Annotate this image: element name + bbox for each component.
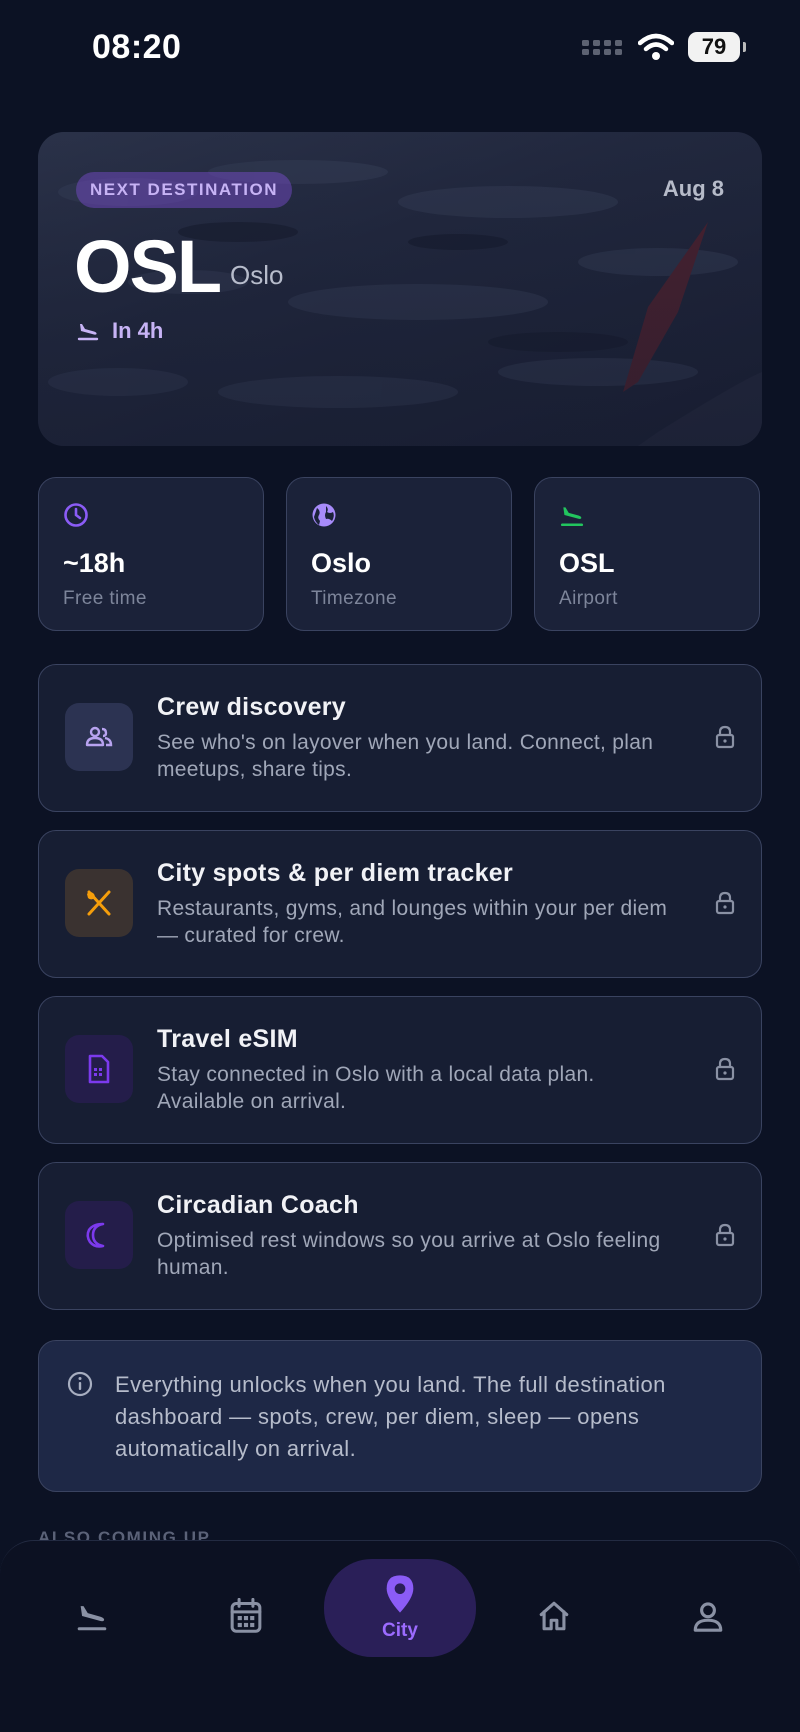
circadian-coach-title: Circadian Coach	[157, 1191, 359, 1219]
lock-icon	[715, 725, 735, 749]
lock-icon	[715, 891, 735, 915]
city-spots-description: Restaurants, gyms, and lounges within yo…	[157, 897, 668, 947]
timezone-card: Oslo Timezone	[286, 477, 512, 631]
city-spots-tile	[65, 869, 133, 937]
sim-card-icon	[88, 1054, 110, 1084]
home-icon	[539, 1601, 569, 1631]
arrival-eta: In 4h	[76, 318, 163, 344]
next-destination-badge: NEXT DESTINATION	[76, 172, 293, 208]
airport-card: OSL Airport	[534, 477, 760, 631]
airport-label: Airport	[559, 588, 618, 609]
plane-landing-icon	[77, 1606, 107, 1631]
free-time-label: Free time	[63, 588, 147, 609]
status-time: 08:20	[92, 28, 182, 66]
lock-icon	[715, 1057, 735, 1081]
travel-esim-description: Stay connected in Oslo with a local data…	[157, 1063, 595, 1113]
bottom-tab-bar: City	[0, 1540, 800, 1732]
lock-icon	[715, 1223, 735, 1247]
travel-esim-title: Travel eSIM	[157, 1025, 298, 1053]
wifi-icon	[638, 33, 674, 60]
globe-icon	[312, 503, 336, 527]
airport-code: OSL	[74, 225, 222, 308]
profile-icon	[693, 1602, 723, 1632]
tab-calendar[interactable]	[186, 1571, 306, 1661]
free-time-value: ~18h	[63, 548, 126, 578]
signal-icon	[582, 40, 622, 55]
city-spots-title: City spots & per diem tracker	[157, 859, 514, 887]
status-bar: 08:20 79	[0, 0, 800, 96]
city-spots-card[interactable]: City spots & per diem tracker Restaurant…	[38, 830, 762, 978]
circadian-coach-tile	[65, 1201, 133, 1269]
eta-text: In 4h	[112, 318, 164, 343]
crew-discovery-tile	[65, 703, 133, 771]
battery-icon: 79	[688, 32, 746, 62]
moon-icon	[86, 1222, 105, 1248]
next-destination-card[interactable]: NEXT DESTINATION Aug 8 OSL Oslo In 4h	[38, 132, 762, 446]
circadian-coach-description: Optimised rest windows so you arrive at …	[157, 1229, 661, 1279]
crew-discovery-description: See who's on layover when you land. Conn…	[157, 731, 654, 781]
airport-value: OSL	[559, 548, 615, 578]
map-pin-icon	[386, 1575, 414, 1613]
tab-city[interactable]: City	[324, 1559, 476, 1657]
fork-knife-icon	[87, 890, 111, 916]
plane-landing-icon	[560, 507, 584, 527]
unlock-notice-text: Everything unlocks when you land. The fu…	[115, 1372, 666, 1461]
tab-flights[interactable]	[32, 1571, 152, 1661]
travel-esim-tile	[65, 1035, 133, 1103]
circadian-coach-card[interactable]: Circadian Coach Optimised rest windows s…	[38, 1162, 762, 1310]
clock-icon	[64, 503, 88, 527]
info-icon	[67, 1371, 93, 1397]
destination-date: Aug 8	[662, 176, 724, 201]
timezone-label: Timezone	[311, 588, 397, 609]
crew-discovery-card[interactable]: Crew discovery See who's on layover when…	[38, 664, 762, 812]
timezone-value: Oslo	[311, 548, 372, 578]
tab-profile[interactable]	[648, 1571, 768, 1661]
people-icon	[85, 726, 113, 747]
free-time-card: ~18h Free time	[38, 477, 264, 631]
city-name: Oslo	[230, 260, 284, 290]
unlock-notice: Everything unlocks when you land. The fu…	[38, 1340, 762, 1492]
tab-city-label: City	[382, 1620, 418, 1641]
plane-landing-icon	[77, 324, 99, 341]
status-icons: 79	[582, 32, 746, 62]
tab-home[interactable]	[494, 1571, 614, 1661]
travel-esim-card[interactable]: Travel eSIM Stay connected in Oslo with …	[38, 996, 762, 1144]
crew-discovery-title: Crew discovery	[157, 693, 347, 721]
calendar-icon	[230, 1598, 262, 1633]
